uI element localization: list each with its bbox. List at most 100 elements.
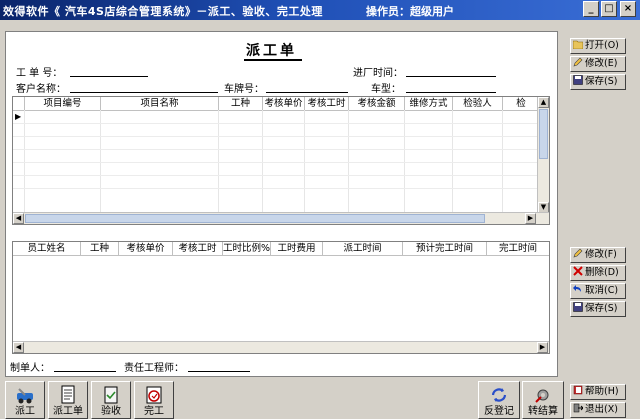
accept-button[interactable]: 验收: [91, 381, 131, 419]
engineer-field[interactable]: [188, 371, 250, 372]
scroll-left-icon[interactable]: ◀: [13, 342, 24, 353]
dispatch-order-label: 派工单: [53, 406, 83, 417]
staff-save-label: 保存(S): [585, 303, 618, 314]
col-repair-method[interactable]: 维修方式: [405, 97, 453, 110]
col-est-complete-time[interactable]: 预计完工时间: [403, 242, 487, 255]
close-button[interactable]: ×: [620, 1, 636, 17]
grid-hline: [13, 162, 539, 163]
complete-label: 完工: [144, 406, 164, 417]
staff-grid[interactable]: 员工姓名 工种 考核单价 考核工时 工时比例% 工时费用 派工时间 预计完工时间…: [12, 241, 550, 354]
col-item-name[interactable]: 项目名称: [101, 97, 219, 110]
col-dispatch-time[interactable]: 派工时间: [323, 242, 403, 255]
items-horizontal-scrollbar[interactable]: ◀ ▶: [13, 212, 549, 224]
title-bar: 效得软件《 汽车4S店综合管理系统》－派工、验收、完工处理 操作员：超级用户 _…: [0, 0, 640, 20]
window-title: 效得软件《 汽车4S店综合管理系统》－派工、验收、完工处理: [3, 5, 323, 18]
exit-label: 退出(X): [585, 404, 618, 415]
customer-field[interactable]: [70, 92, 218, 93]
plate-label: 车牌号：: [224, 84, 264, 95]
model-label: 车型：: [371, 84, 401, 95]
dispatch-label: 派工: [15, 406, 35, 417]
operator-label: 操作员：: [366, 5, 410, 18]
grid-hline: [13, 175, 539, 176]
col-complete-time[interactable]: 完工时间: [487, 242, 549, 255]
staff-cancel-label: 取消(C): [585, 285, 619, 296]
save-button[interactable]: 保存(S): [570, 74, 626, 90]
items-grid[interactable]: 项目编号 项目名称 工种 考核单价 考核工时 考核金额 维修方式 检验人 检 ▶…: [12, 96, 550, 225]
col-inspector[interactable]: 检验人: [453, 97, 503, 110]
maker-label: 制单人：: [10, 363, 50, 374]
order-no-field[interactable]: [70, 76, 148, 77]
operator-info: 操作员：超级用户: [366, 3, 454, 19]
dispatch-form: 派工单 工 单 号： 进厂时间： 客户名称： 车牌号： 车型： 项目编号 项目名…: [5, 31, 558, 377]
staff-edit-button[interactable]: 修改(F): [570, 247, 626, 263]
maximize-button[interactable]: □: [601, 1, 617, 17]
col-hour-ratio[interactable]: 工时比例%: [223, 242, 271, 255]
floppy-disk-icon: [573, 302, 583, 312]
exit-button[interactable]: 退出(X): [570, 402, 626, 418]
col-item-code[interactable]: 项目编号: [25, 97, 101, 110]
col-hours[interactable]: 考核工时: [305, 97, 349, 110]
scroll-right-icon[interactable]: ▶: [525, 213, 536, 224]
staff-save-button[interactable]: 保存(S): [570, 301, 626, 317]
dispatch-button[interactable]: 派工: [5, 381, 45, 419]
col-labor-cost[interactable]: 工时费用: [271, 242, 323, 255]
items-grid-header: 项目编号 项目名称 工种 考核单价 考核工时 考核金额 维修方式 检验人 检: [13, 97, 539, 111]
staff-grid-header: 员工姓名 工种 考核单价 考核工时 工时比例% 工时费用 派工时间 预计完工时间…: [13, 242, 549, 256]
settle-button[interactable]: 转结算: [522, 381, 564, 419]
scroll-up-icon[interactable]: ▲: [538, 97, 549, 108]
scroll-right-icon[interactable]: ▶: [537, 342, 548, 353]
scroll-left-icon[interactable]: ◀: [13, 213, 24, 224]
complete-button[interactable]: 完工: [134, 381, 174, 419]
scroll-thumb[interactable]: [539, 109, 548, 159]
col-trade[interactable]: 工种: [219, 97, 263, 110]
unregister-label: 反登记: [484, 406, 514, 417]
col-amount[interactable]: 考核金额: [349, 97, 405, 110]
col-unit-price[interactable]: 考核单价: [263, 97, 305, 110]
col-inspect-extra[interactable]: 检: [503, 97, 539, 110]
maker-field[interactable]: [54, 371, 116, 372]
form-title: 派工单: [246, 43, 297, 59]
model-field[interactable]: [406, 92, 496, 93]
entry-time-field[interactable]: [406, 76, 496, 77]
order-no-label: 工 单 号：: [16, 68, 63, 79]
entry-time-label: 进厂时间：: [353, 68, 403, 79]
exit-door-icon: [573, 403, 584, 413]
staff-delete-button[interactable]: 删除(D): [570, 265, 626, 281]
help-label: 帮助(H): [585, 386, 619, 397]
staff-horizontal-scrollbar[interactable]: ◀ ▶: [13, 341, 549, 353]
grid-hline: [13, 136, 539, 137]
col-staff-trade[interactable]: 工种: [81, 242, 119, 255]
floppy-disk-icon: [573, 75, 583, 85]
red-x-icon: [573, 266, 583, 276]
undo-arrow-icon: [573, 284, 583, 294]
engineer-label: 责任工程师：: [124, 363, 184, 374]
pencil-icon: [573, 57, 583, 67]
plate-field[interactable]: [266, 92, 348, 93]
col-staff-unit-price[interactable]: 考核单价: [119, 242, 173, 255]
settle-label: 转结算: [528, 406, 558, 417]
col-staff-name[interactable]: 员工姓名: [13, 242, 81, 255]
unregister-button[interactable]: 反登记: [478, 381, 520, 419]
edit-button[interactable]: 修改(E): [570, 56, 626, 72]
help-button[interactable]: 帮助(H): [570, 384, 626, 400]
accept-label: 验收: [101, 406, 121, 417]
open-button[interactable]: 打开(O): [570, 38, 626, 54]
staff-cancel-button[interactable]: 取消(C): [570, 283, 626, 299]
col-staff-hours[interactable]: 考核工时: [173, 242, 223, 255]
dispatch-order-button[interactable]: 派工单: [48, 381, 88, 419]
pencil-icon: [573, 248, 583, 258]
staff-edit-label: 修改(F): [585, 249, 617, 260]
open-button-label: 打开(O): [585, 40, 619, 51]
minimize-button[interactable]: _: [583, 1, 599, 17]
form-title-underline: [244, 59, 302, 61]
save-button-label: 保存(S): [585, 76, 618, 87]
grid-hline: [13, 188, 539, 189]
scroll-thumb[interactable]: [25, 214, 485, 223]
grid-hline: [13, 123, 539, 124]
row-selector-header: [13, 97, 25, 110]
items-vertical-scrollbar[interactable]: ▲ ▼: [537, 97, 549, 213]
book-help-icon: [573, 385, 583, 395]
customer-label: 客户名称：: [16, 84, 66, 95]
grid-hline: [13, 149, 539, 150]
staff-delete-label: 删除(D): [585, 267, 619, 278]
